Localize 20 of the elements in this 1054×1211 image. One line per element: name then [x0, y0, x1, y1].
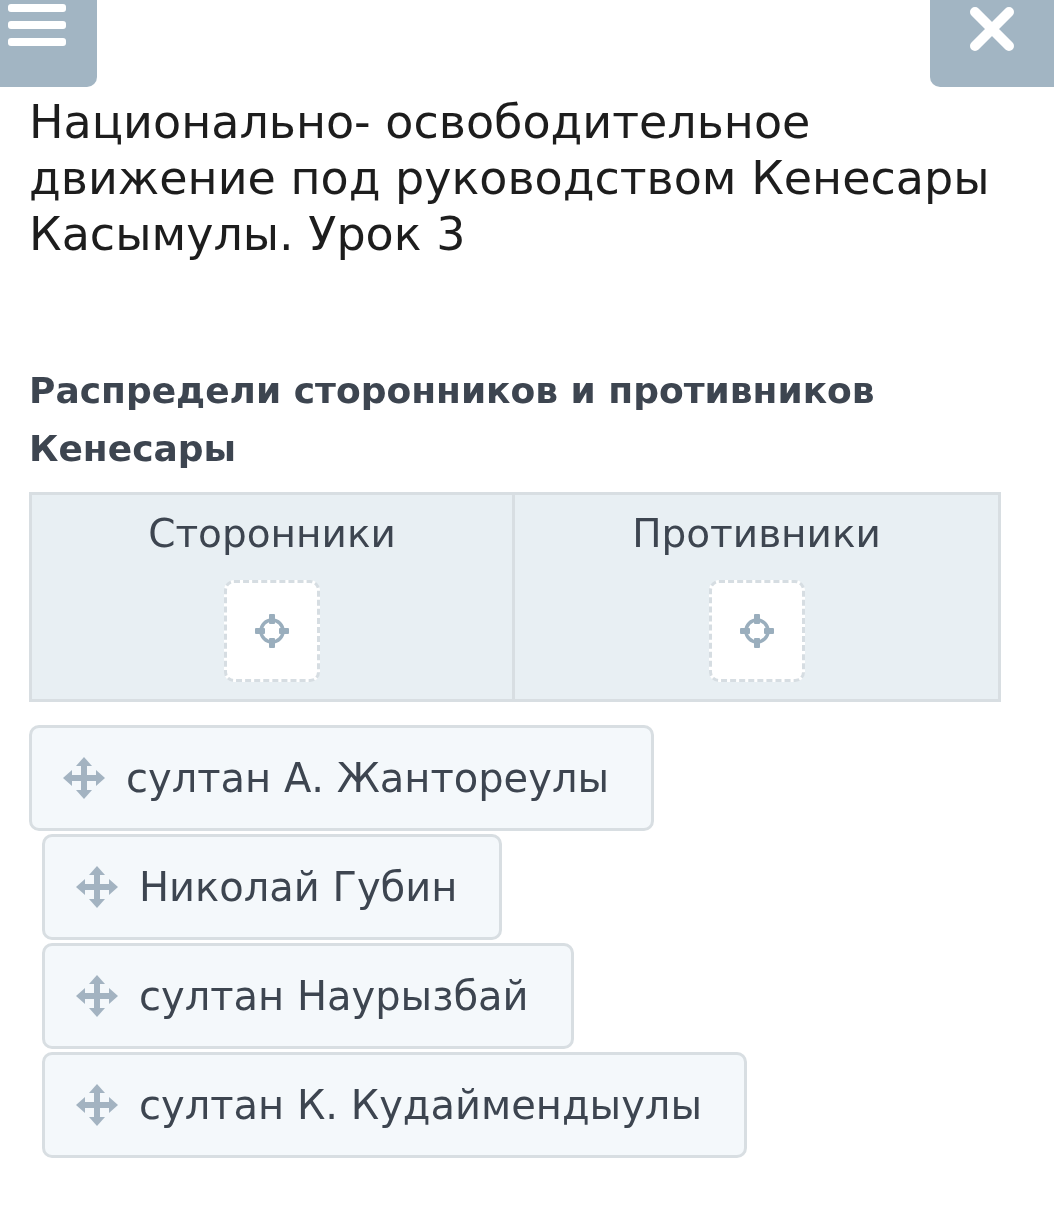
column-heading: Сторонники: [148, 511, 396, 556]
menu-icon: [8, 2, 66, 48]
move-icon: [62, 756, 106, 800]
target-icon: [737, 612, 776, 650]
task-text: Распредели сторонников и противников Кенесары: [29, 369, 876, 471]
move-icon: [75, 865, 119, 909]
move-icon: [75, 1083, 119, 1127]
draggable-item[interactable]: Николай Губин: [42, 834, 503, 940]
close-icon: [969, 6, 1015, 52]
drop-zone[interactable]: [224, 580, 320, 682]
drop-zone[interactable]: [708, 580, 805, 682]
move-icon: [75, 974, 119, 1018]
menu-button[interactable]: [0, 0, 97, 87]
draggable-item[interactable]: султан Наурызбай: [42, 943, 574, 1049]
lesson-title: Национально- освободительное движение под руководством Кенесары Касымулы. Урок 3: [29, 94, 991, 262]
close-button[interactable]: [930, 0, 1054, 87]
target-icon: [253, 612, 291, 650]
draggable-item[interactable]: султан К. Кудаймендыулы: [42, 1052, 747, 1158]
draggable-item[interactable]: султан А. Жантореулы: [29, 725, 655, 831]
column-heading: Противники: [632, 511, 881, 556]
